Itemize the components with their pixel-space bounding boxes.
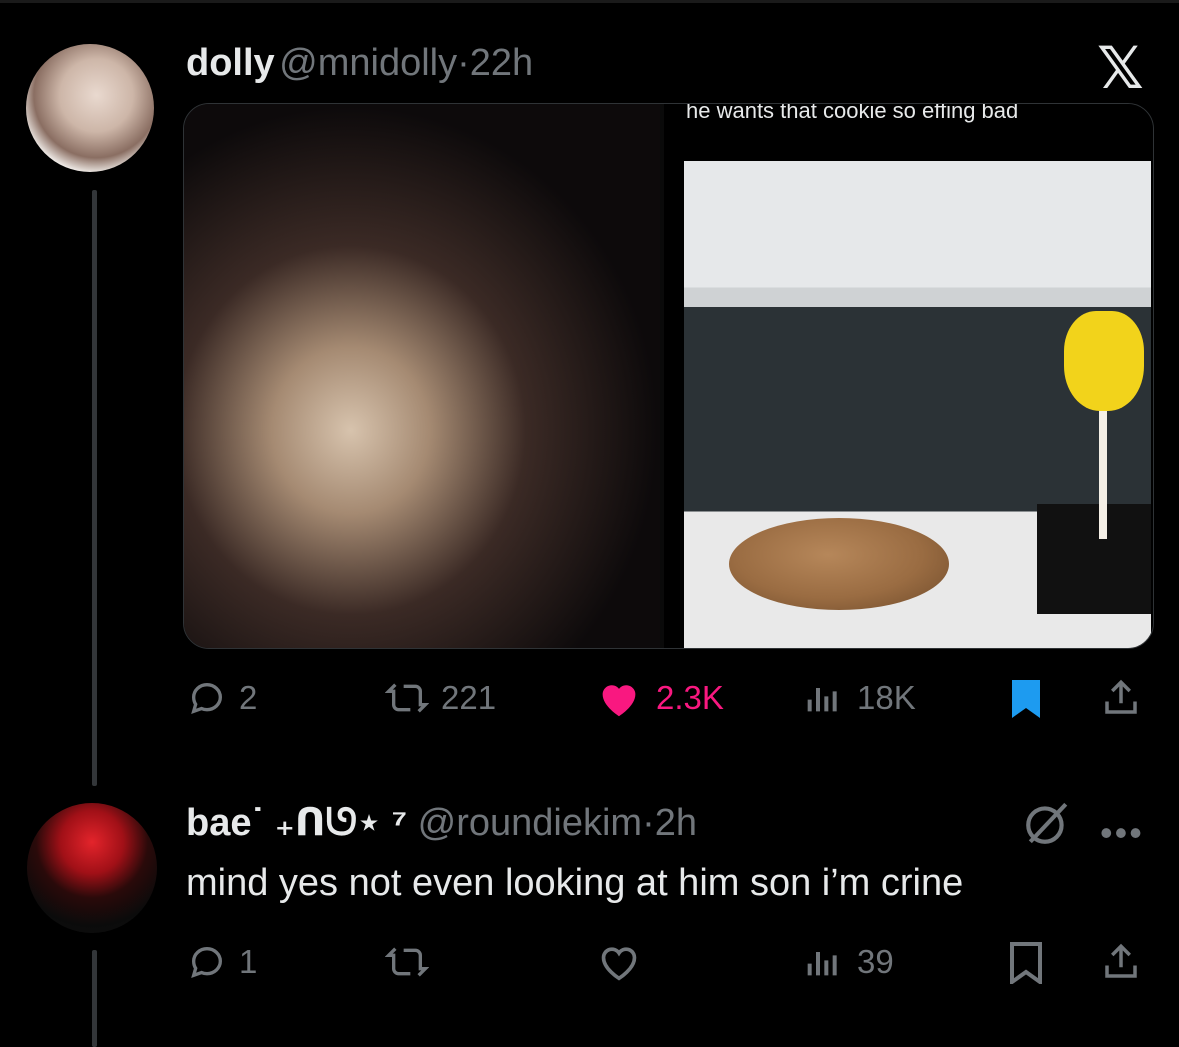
- reply-button[interactable]: 2: [187, 678, 257, 718]
- more-icon: •••: [1100, 812, 1144, 853]
- views-icon: [807, 952, 837, 976]
- views-count: 18K: [857, 679, 916, 716]
- top-divider: [0, 0, 1179, 3]
- repost-count: 221: [441, 679, 497, 716]
- lollipop-stick: [1099, 409, 1107, 539]
- display-stand: [1037, 504, 1151, 614]
- user-handle[interactable]: @mnidolly: [279, 42, 457, 84]
- like-icon: [601, 947, 637, 981]
- reply-views-count: 39: [857, 943, 894, 980]
- repost-icon: [385, 683, 429, 713]
- thread-line-bottom: [92, 950, 97, 1047]
- post-header: dolly @mnidolly·22h: [186, 40, 533, 94]
- views-icon: [807, 688, 837, 712]
- avatar[interactable]: [26, 44, 154, 172]
- like-icon: [602, 685, 636, 717]
- share-icon: [1105, 679, 1137, 714]
- share-icon: [1105, 943, 1137, 978]
- grok-icon: [1026, 802, 1068, 844]
- x-logo-icon: 𝕏: [1097, 36, 1144, 101]
- grok-button[interactable]: [1022, 800, 1072, 851]
- reply-share-button[interactable]: [1100, 940, 1142, 984]
- reply-user-handle[interactable]: @roundiekim: [418, 802, 642, 844]
- reply-time[interactable]: 2h: [655, 802, 697, 844]
- reply-reply-count: 1: [239, 943, 258, 980]
- display-name[interactable]: dolly: [186, 42, 275, 84]
- repost-icon: [385, 947, 429, 977]
- like-count: 2.3K: [656, 679, 724, 716]
- reply-repost-button[interactable]: [385, 942, 429, 982]
- reply-icon: [191, 946, 223, 979]
- media-caption: he wants that cookie so effing bad: [686, 103, 1019, 123]
- reply-display-name[interactable]: bae˙ ₊ᑎᘎ⋆ ⁷: [186, 802, 407, 844]
- share-button[interactable]: [1100, 676, 1142, 720]
- thread-line: [92, 190, 97, 786]
- post-media[interactable]: he wants that cookie so effing bad: [183, 103, 1154, 649]
- reply-avatar[interactable]: [27, 803, 157, 933]
- separator-dot: ·: [457, 42, 470, 84]
- media-photo-concert[interactable]: [184, 104, 660, 648]
- bookmark-icon: [1010, 942, 1042, 984]
- separator-dot: ·: [642, 802, 655, 844]
- reply-views-button[interactable]: 39: [803, 942, 894, 982]
- reply-like-button[interactable]: [596, 942, 642, 982]
- views-button[interactable]: 18K: [803, 678, 916, 718]
- more-button[interactable]: •••: [1100, 812, 1144, 854]
- cookie-image: [729, 518, 949, 610]
- reply-icon: [191, 682, 223, 715]
- reply-header: bae˙ ₊ᑎᘎ⋆ ⁷ @roundiekim·2h: [186, 800, 697, 854]
- like-button[interactable]: 2.3K: [596, 678, 724, 718]
- reply-count: 2: [239, 679, 258, 716]
- reply-text: mind yes not even looking at him son i’m…: [186, 862, 964, 904]
- reply-reply-button[interactable]: 1: [187, 942, 257, 982]
- reply-bookmark-button[interactable]: [1005, 940, 1047, 984]
- lollipop-image: [1064, 311, 1144, 411]
- post-time[interactable]: 22h: [470, 42, 533, 84]
- bookmark-icon: [1012, 680, 1040, 718]
- repost-button[interactable]: 221: [385, 678, 496, 718]
- bookmark-button[interactable]: [1005, 676, 1047, 720]
